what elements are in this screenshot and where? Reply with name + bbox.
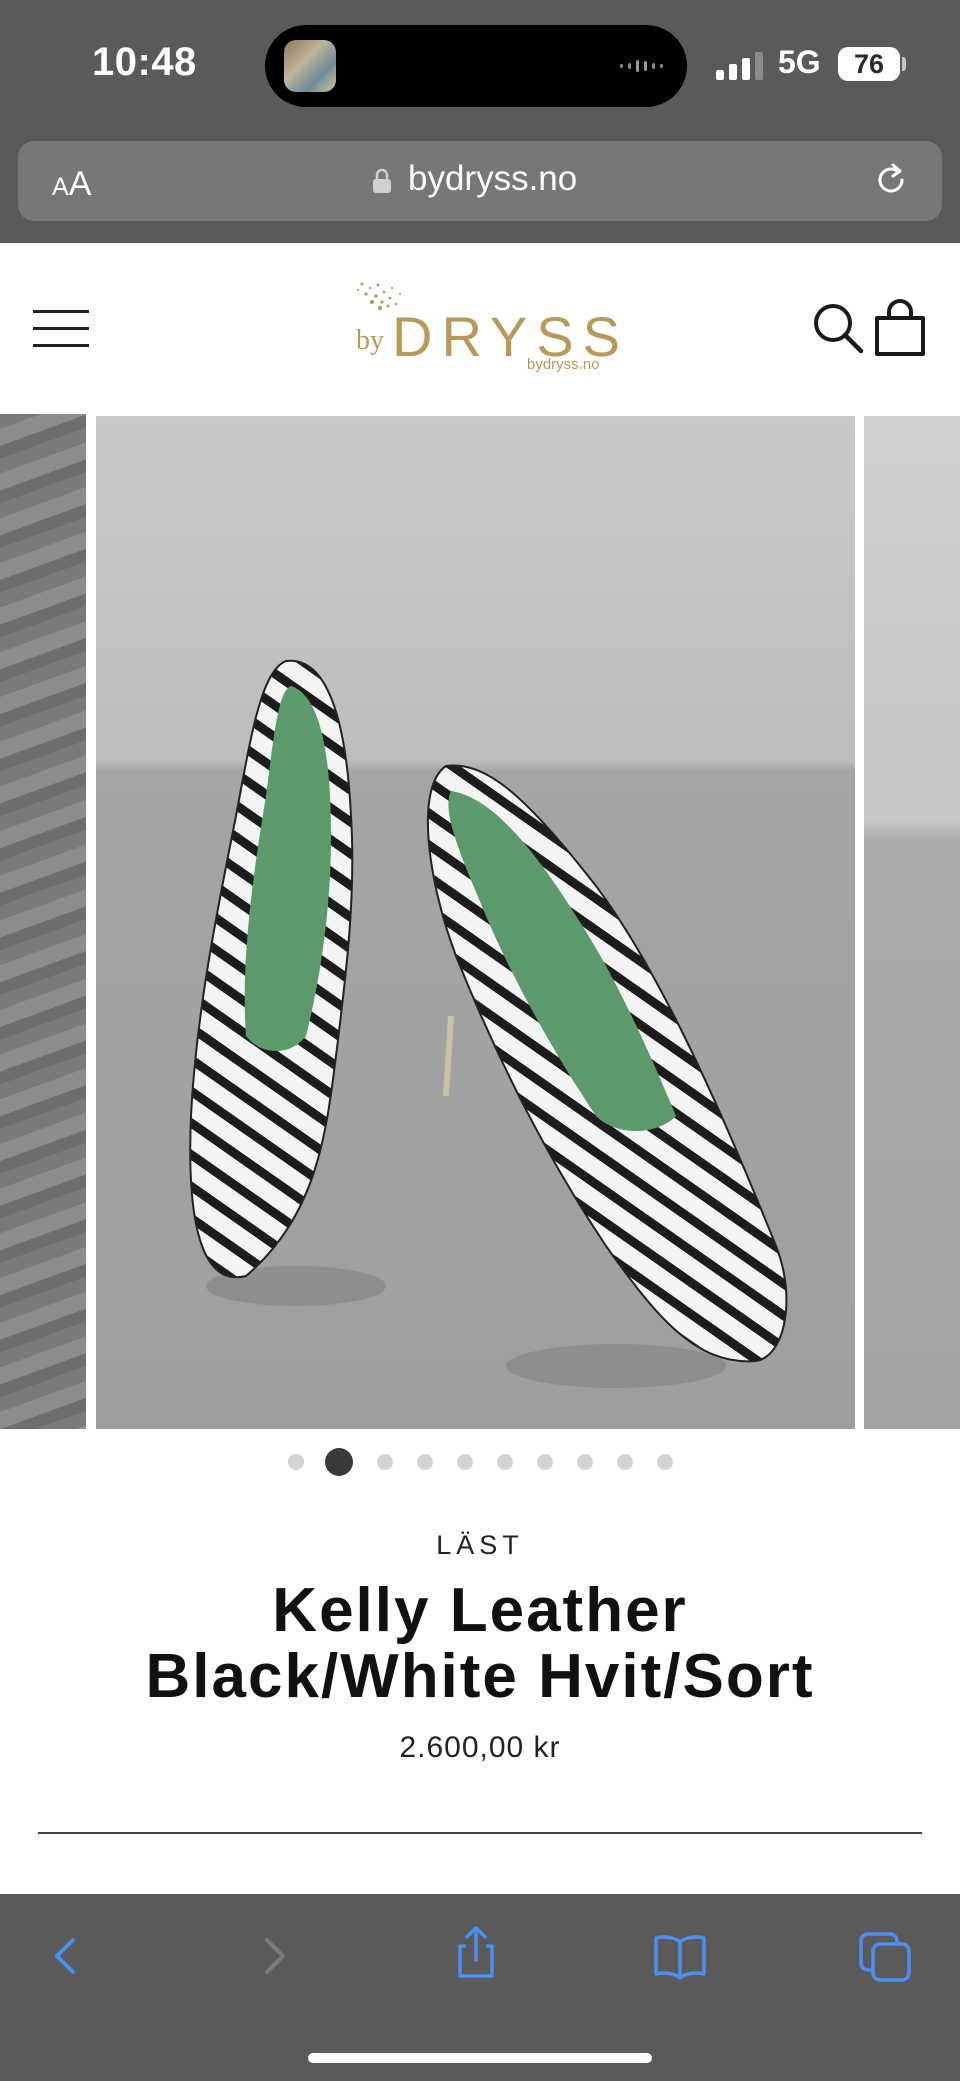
logo-prefix: by — [356, 325, 384, 356]
gallery-dot[interactable] — [577, 1454, 593, 1470]
url-text[interactable]: bydryss.no — [408, 159, 577, 199]
product-title-line-2: Black/White Hvit/Sort — [145, 1642, 815, 1711]
text-size-button[interactable]: AA — [52, 165, 91, 204]
network-type: 5G — [778, 44, 821, 80]
product-brand[interactable]: LÄST — [0, 1530, 960, 1561]
gallery-dot[interactable] — [657, 1454, 673, 1470]
gallery-dot[interactable] — [325, 1448, 353, 1476]
text-size-large-label: A — [68, 165, 92, 203]
gallery-dot[interactable] — [497, 1454, 513, 1470]
product-photo-zebra-pumps — [189, 659, 788, 1388]
tabs-icon[interactable] — [855, 1926, 915, 1986]
battery-terminal — [902, 57, 906, 71]
product-price: 2.600,00 kr — [399, 1731, 561, 1764]
product-title-line-1: Kelly Leather — [272, 1576, 688, 1645]
product-image-gallery[interactable] — [0, 414, 960, 1429]
gallery-dot[interactable] — [288, 1454, 304, 1470]
reload-icon[interactable] — [872, 160, 912, 200]
status-time: 10:48 — [92, 40, 197, 84]
cellular-signal-icon — [716, 52, 763, 80]
gallery-pagination — [0, 1446, 960, 1476]
now-playing-thumbnail — [284, 40, 336, 92]
product-title: Kelly Leather Black/White Hvit/Sort — [40, 1578, 920, 1710]
book-icon[interactable] — [650, 1926, 710, 1986]
logo-url: bydryss.no — [527, 356, 600, 373]
gallery-image-previous[interactable] — [0, 414, 86, 1429]
gallery-dot[interactable] — [617, 1454, 633, 1470]
home-indicator — [308, 2053, 652, 2063]
hamburger-menu-icon[interactable] — [33, 307, 89, 351]
chevron-left-icon[interactable] — [35, 1926, 95, 1986]
search-icon[interactable] — [812, 302, 864, 354]
gallery-dot[interactable] — [417, 1454, 433, 1470]
chevron-right-icon[interactable] — [245, 1926, 305, 1986]
gallery-image-next[interactable] — [864, 416, 960, 1429]
section-divider — [38, 1832, 922, 1834]
gallery-dot[interactable] — [377, 1454, 393, 1470]
share-icon[interactable] — [446, 1922, 506, 1982]
shopping-bag-icon[interactable] — [873, 298, 927, 356]
gallery-dot[interactable] — [457, 1454, 473, 1470]
gallery-dot[interactable] — [537, 1454, 553, 1470]
text-size-small-label: A — [52, 173, 69, 201]
battery-icon: 76 — [838, 47, 900, 81]
audio-wave-icon — [620, 60, 663, 72]
lock-icon — [373, 168, 391, 193]
